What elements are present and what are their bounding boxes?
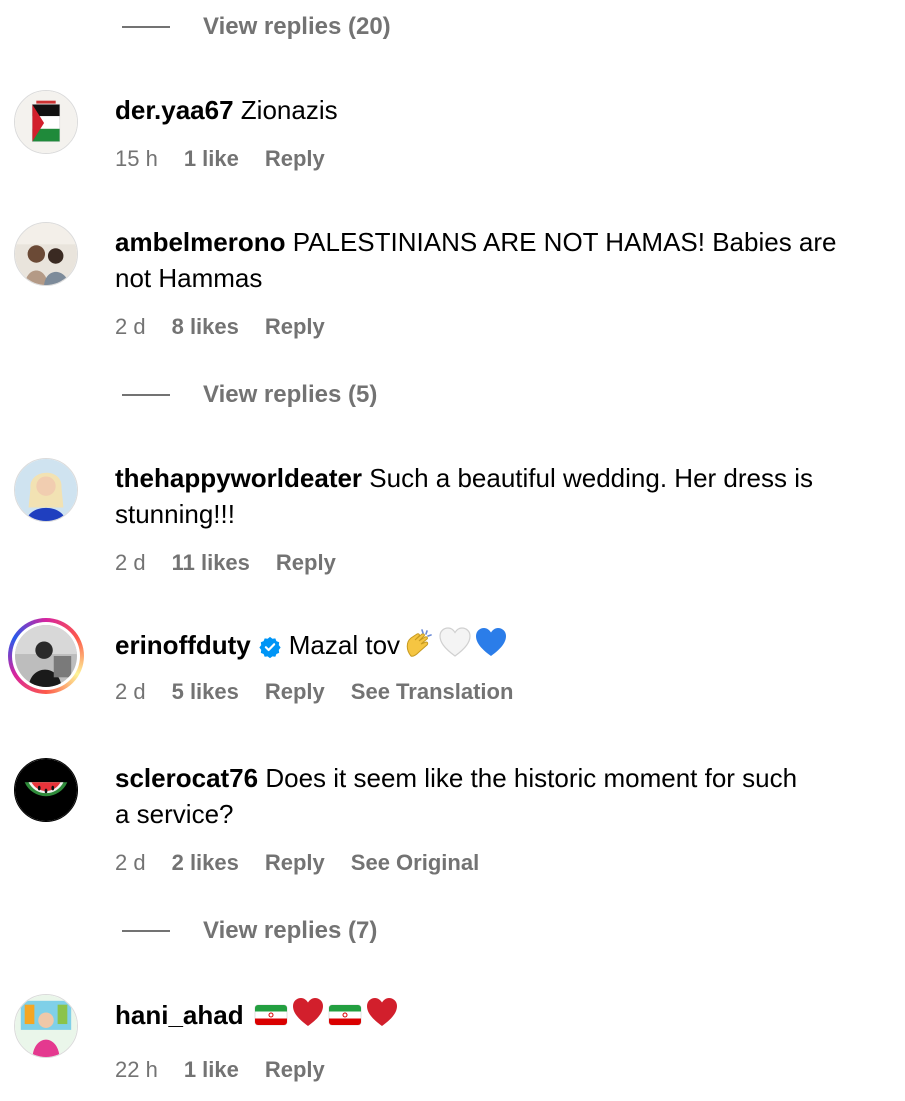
likes-count[interactable]: 2 likes xyxy=(172,850,239,876)
comment-body: Mazal tov xyxy=(288,630,401,660)
likes-count[interactable]: 1 like xyxy=(184,1057,239,1083)
comment-body: Does it seem like the historic moment fo… xyxy=(265,763,798,793)
view-replies-button[interactable]: View replies (5) xyxy=(122,380,377,410)
view-replies-label: View replies (5) xyxy=(203,381,378,408)
username-link[interactable]: ambelmerono xyxy=(115,227,286,257)
avatar[interactable] xyxy=(14,90,78,154)
view-replies-button[interactable]: View replies (7) xyxy=(122,916,377,946)
see-translation-button[interactable]: See Translation xyxy=(351,679,514,705)
white-heart-icon xyxy=(438,626,472,669)
username-link[interactable]: hani_ahad xyxy=(115,1000,244,1030)
comment-text: ambelmerono PALESTINIANS ARE NOT HAMAS! … xyxy=(115,224,890,296)
reply-button[interactable]: Reply xyxy=(276,550,336,576)
reply-button[interactable]: Reply xyxy=(265,314,325,340)
comment-body: PALESTINIANS ARE NOT HAMAS! Babies are xyxy=(292,227,837,257)
comment-body-continued: stunning!!! xyxy=(115,499,235,529)
comment-body: Zionazis xyxy=(240,95,338,125)
avatar[interactable] xyxy=(14,458,78,522)
timestamp[interactable]: 22 h xyxy=(115,1057,158,1083)
divider-line xyxy=(122,26,170,28)
username-link[interactable]: sclerocat76 xyxy=(115,763,258,793)
likes-count[interactable]: 5 likes xyxy=(172,679,239,705)
iran-flag-icon xyxy=(253,1000,289,1039)
iran-flag-icon xyxy=(327,1000,363,1039)
red-heart-icon xyxy=(291,996,325,1039)
reply-button[interactable]: Reply xyxy=(265,146,325,172)
view-replies-button[interactable]: View replies (20) xyxy=(122,12,391,42)
reply-button[interactable]: Reply xyxy=(265,679,325,705)
red-heart-icon xyxy=(365,996,399,1039)
comment-body: Such a beautiful wedding. Her dress is xyxy=(369,463,813,493)
comments-list: View replies (20) der.yaa67 Zionazis 15 … xyxy=(0,0,905,1101)
clapping-hands-icon xyxy=(402,626,436,669)
avatar[interactable] xyxy=(14,222,78,286)
avatar[interactable] xyxy=(14,994,78,1058)
username-link[interactable]: thehappyworldeater xyxy=(115,463,362,493)
divider-line xyxy=(122,394,170,396)
see-original-button[interactable]: See Original xyxy=(351,850,479,876)
username-link[interactable]: erinoffduty xyxy=(115,630,251,660)
likes-count[interactable]: 11 likes xyxy=(172,550,250,576)
view-replies-label: View replies (7) xyxy=(203,917,378,944)
likes-count[interactable]: 8 likes xyxy=(172,314,239,340)
comment-text: der.yaa67 Zionazis xyxy=(115,92,890,128)
comment-text: erinoffduty Mazal tov xyxy=(115,626,890,669)
username-link[interactable]: der.yaa67 xyxy=(115,95,234,125)
timestamp[interactable]: 2 d xyxy=(115,550,146,576)
timestamp[interactable]: 2 d xyxy=(115,314,146,340)
comment-body-continued: a service? xyxy=(115,799,234,829)
timestamp[interactable]: 15 h xyxy=(115,146,158,172)
reply-button[interactable]: Reply xyxy=(265,850,325,876)
comment-body-continued: not Hammas xyxy=(115,263,263,293)
avatar-with-story-ring[interactable] xyxy=(8,618,84,694)
likes-count[interactable]: 1 like xyxy=(184,146,239,172)
timestamp[interactable]: 2 d xyxy=(115,850,146,876)
blue-heart-icon xyxy=(474,626,508,669)
comment-text: hani_ahad xyxy=(115,996,890,1039)
verified-badge-icon xyxy=(259,631,281,667)
view-replies-label: View replies (20) xyxy=(203,13,391,40)
comment-text: sclerocat76 Does it seem like the histor… xyxy=(115,760,890,832)
comment-text: thehappyworldeater Such a beautiful wedd… xyxy=(115,460,890,532)
avatar[interactable] xyxy=(14,758,78,822)
divider-line xyxy=(122,930,170,932)
timestamp[interactable]: 2 d xyxy=(115,679,146,705)
reply-button[interactable]: Reply xyxy=(265,1057,325,1083)
